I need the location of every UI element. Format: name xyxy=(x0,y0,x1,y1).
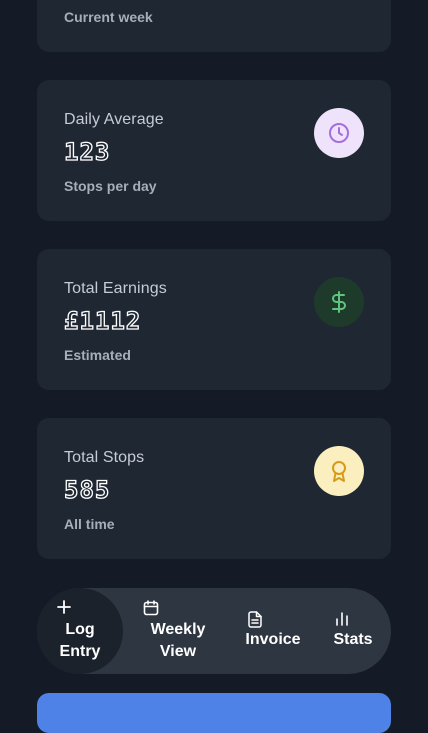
card-subtitle: Current week xyxy=(64,9,153,25)
card-subtitle: Stops per day xyxy=(64,178,157,194)
total-earnings-card: Total Earnings £1112 Estimated xyxy=(37,249,391,390)
clock-icon xyxy=(314,108,364,158)
card-title: Daily Average xyxy=(64,111,164,128)
card-value: 585 xyxy=(63,475,111,504)
award-icon xyxy=(314,446,364,496)
nav-item-weekly-view[interactable]: Weekly View xyxy=(138,588,218,674)
card-subtitle: All time xyxy=(64,516,115,532)
plus-icon xyxy=(57,600,71,619)
nav-label: Log Entry xyxy=(59,621,101,660)
dollar-icon xyxy=(314,277,364,327)
card-value: 123 xyxy=(63,137,111,166)
daily-average-card: Daily Average 123 Stops per day xyxy=(37,80,391,221)
nav-label: Stats xyxy=(333,631,373,648)
calendar-icon xyxy=(143,600,159,621)
weekly-stops-card: Current week xyxy=(37,0,391,52)
bottom-nav: Log Entry Weekly View Invoice Stats xyxy=(37,588,391,674)
total-stops-card: Total Stops 585 All time xyxy=(37,418,391,559)
card-subtitle: Estimated xyxy=(64,347,131,363)
card-title: Total Earnings xyxy=(64,280,167,297)
bar-chart-icon xyxy=(335,611,349,631)
nav-item-log-entry[interactable]: Log Entry xyxy=(37,588,123,674)
document-icon xyxy=(248,611,262,633)
nav-item-invoice[interactable]: Invoice xyxy=(236,588,310,674)
nav-item-stats[interactable]: Stats xyxy=(328,588,378,674)
nav-label: Weekly View xyxy=(150,621,206,660)
primary-action-button[interactable] xyxy=(37,693,391,733)
card-value: £1112 xyxy=(63,306,142,335)
card-title: Total Stops xyxy=(64,449,145,466)
